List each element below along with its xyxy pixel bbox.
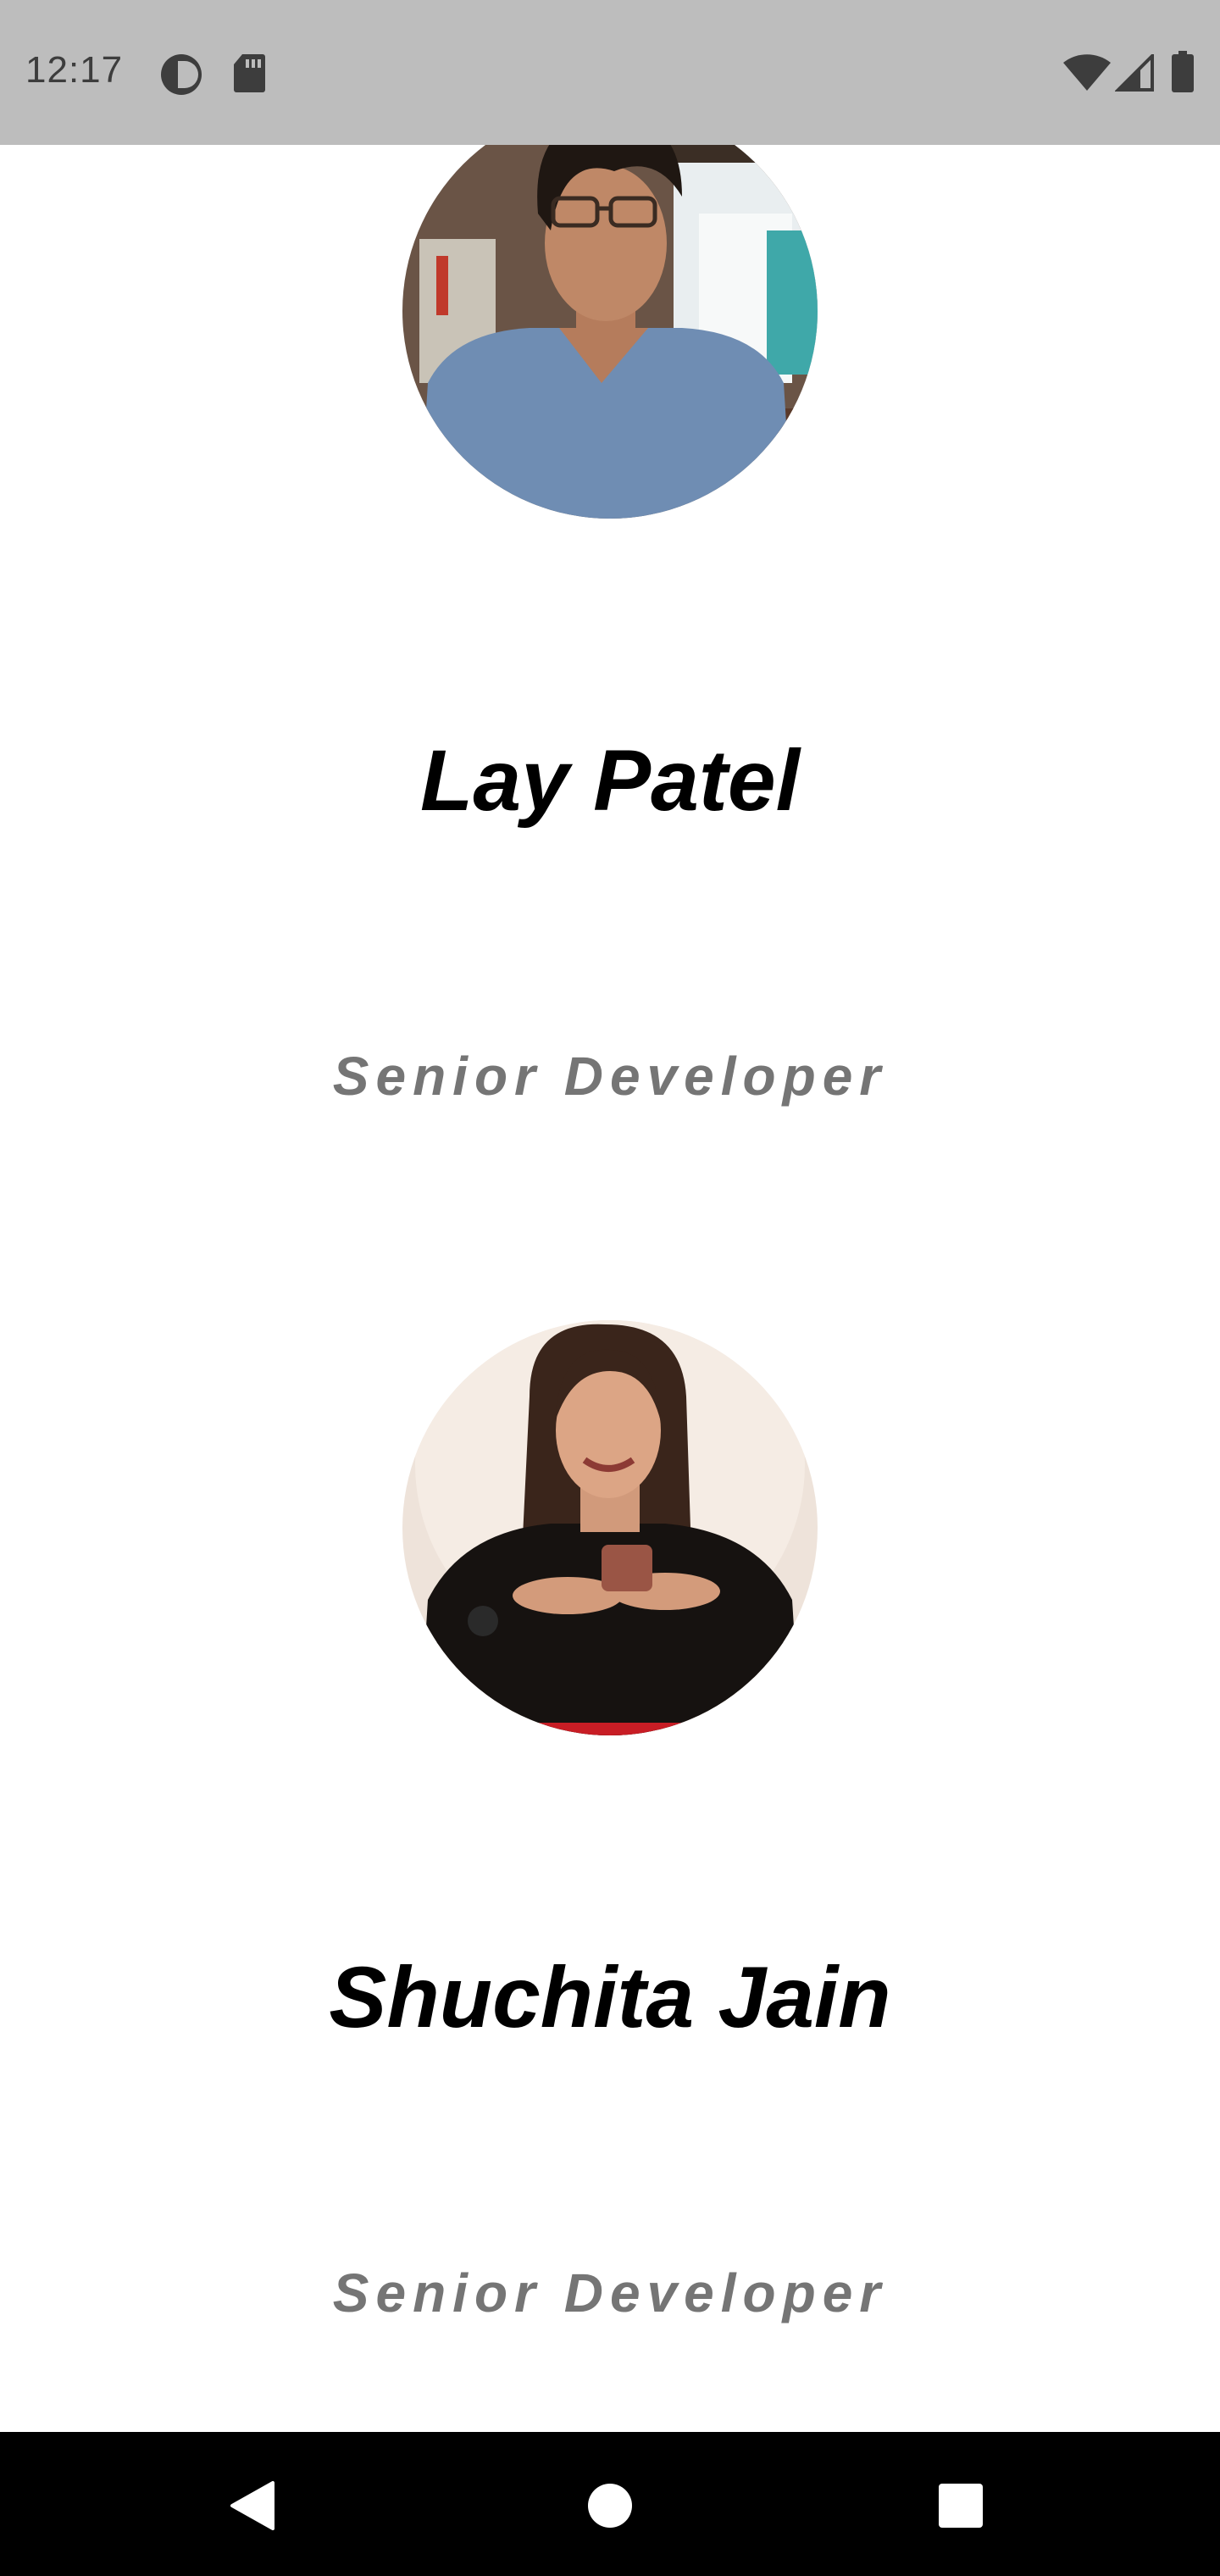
home-icon[interactable] bbox=[580, 2476, 640, 2535]
back-icon[interactable] bbox=[222, 2476, 281, 2535]
member-role: Senior Developer bbox=[332, 2262, 888, 2323]
battery-icon bbox=[1171, 51, 1195, 92]
team-list[interactable]: Lay Patel Senior Developer Shuchita Jain… bbox=[0, 0, 1220, 2432]
navigation-bar bbox=[0, 2432, 1220, 2576]
wifi-icon bbox=[1062, 54, 1112, 95]
profile-photo bbox=[402, 1320, 818, 1735]
sd-card-icon bbox=[232, 53, 266, 93]
member-name: Lay Patel bbox=[420, 732, 800, 829]
app-screen: 12:17 Lay Patel Senior Developer Shuchit… bbox=[0, 0, 1220, 2576]
data-saver-icon bbox=[159, 53, 203, 95]
member-name: Shuchita Jain bbox=[329, 1949, 891, 2046]
member-role: Senior Developer bbox=[332, 1046, 888, 1107]
signal-icon bbox=[1115, 54, 1154, 95]
status-bar: 12:17 bbox=[0, 0, 1220, 145]
profile-photo bbox=[402, 103, 818, 519]
status-time: 12:17 bbox=[25, 49, 124, 91]
recents-icon[interactable] bbox=[931, 2476, 990, 2535]
